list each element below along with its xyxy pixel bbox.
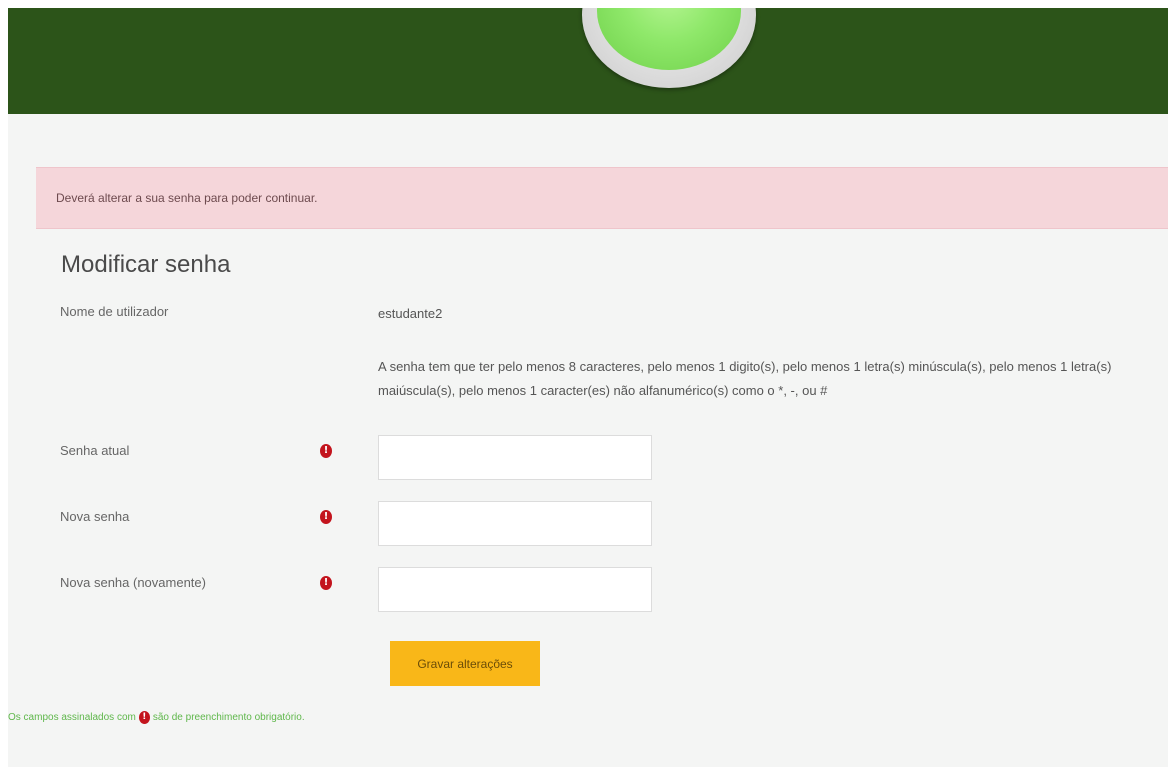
new-password-label: Nova senha (60, 509, 130, 524)
required-icon: ! (320, 444, 332, 458)
alert-message: Deverá alterar a sua senha para poder co… (56, 191, 318, 205)
username-value: estudante2 (378, 306, 443, 321)
page-frame: Deverá alterar a sua senha para poder co… (8, 8, 1168, 767)
required-note-text-before: Os campos assinalados com (8, 712, 136, 723)
required-icon: ! (320, 576, 332, 590)
password-rules: A senha tem que ter pelo menos 8 caracte… (378, 355, 1168, 403)
confirm-password-input[interactable] (378, 567, 652, 612)
required-note-text-after: são de preenchimento obrigatório. (152, 712, 305, 723)
site-logo[interactable] (582, 8, 756, 88)
password-rules-line-2: maiúscula(s), pelo menos 1 caracter(es) … (378, 383, 828, 398)
current-password-input[interactable] (378, 435, 652, 480)
current-password-label: Senha atual (60, 443, 130, 458)
required-icon: ! (138, 711, 150, 724)
password-rules-line-1: A senha tem que ter pelo menos 8 caracte… (378, 359, 1112, 374)
site-header (8, 8, 1168, 114)
save-changes-button[interactable]: Gravar alterações (390, 641, 540, 686)
new-password-input[interactable] (378, 501, 652, 546)
page-title: Modificar senha (61, 251, 231, 278)
logo-emblem (597, 8, 741, 70)
required-icon: ! (320, 510, 332, 524)
required-fields-note: Os campos assinalados com ! são de preen… (8, 711, 305, 724)
alert-banner: Deverá alterar a sua senha para poder co… (36, 167, 1168, 229)
username-label: Nome de utilizador (60, 304, 169, 319)
confirm-password-label: Nova senha (novamente) (60, 575, 206, 590)
